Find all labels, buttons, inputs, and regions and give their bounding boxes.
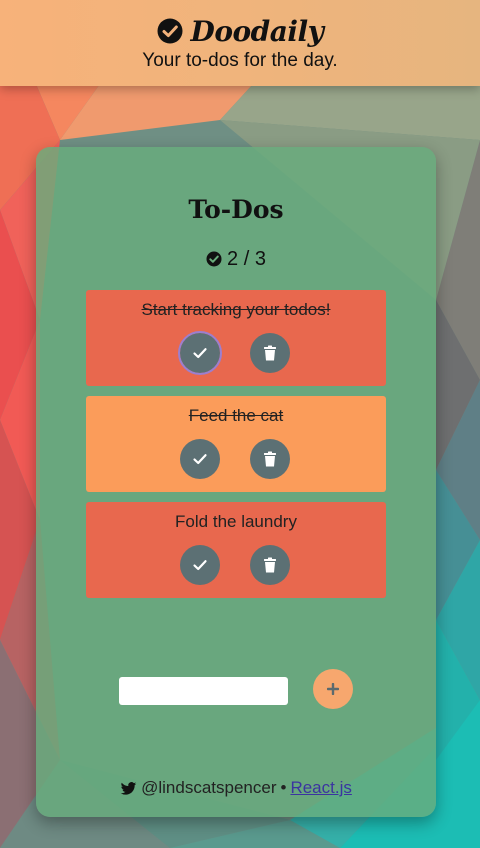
twitter-icon [120, 781, 137, 795]
todo-item: Feed the cat [86, 396, 386, 492]
todo-item: Start tracking your todos! [86, 290, 386, 386]
delete-button[interactable] [250, 333, 290, 373]
progress-counter: 2 / 3 [36, 247, 436, 271]
twitter-handle: @lindscatspencer [141, 778, 277, 797]
progress-label: 2 / 3 [227, 247, 266, 270]
footer: @lindscatspencer • React.js [36, 776, 436, 800]
brand: Doodaily [0, 12, 480, 50]
trash-icon [264, 451, 276, 467]
check-icon [193, 454, 207, 465]
delete-button[interactable] [250, 545, 290, 585]
check-icon [193, 560, 207, 571]
todo-text: Fold the laundry [175, 512, 297, 531]
check-circle-icon [206, 251, 222, 267]
plus-icon [327, 683, 339, 695]
trash-icon [264, 345, 276, 361]
delete-button[interactable] [250, 439, 290, 479]
complete-button[interactable] [180, 439, 220, 479]
todo-item: Fold the laundry [86, 502, 386, 598]
app-header: Doodaily Your to-dos for the day. [0, 0, 480, 86]
card-title: To-Dos [188, 195, 284, 224]
react-link[interactable]: React.js [290, 778, 351, 798]
todo-text: Start tracking your todos! [141, 300, 331, 319]
todo-card: To-Dos 2 / 3 Start tracking your todos! … [36, 147, 436, 817]
new-todo-input[interactable] [119, 677, 288, 705]
complete-button[interactable] [178, 331, 222, 375]
complete-button[interactable] [180, 545, 220, 585]
check-icon [193, 348, 207, 359]
footer-separator: • [280, 778, 287, 797]
tagline: Your to-dos for the day. [142, 50, 338, 71]
app-name: Doodaily [190, 14, 324, 48]
trash-icon [264, 557, 276, 573]
check-circle-icon [157, 18, 183, 44]
add-todo-button[interactable] [313, 669, 353, 709]
todo-text: Feed the cat [188, 406, 284, 425]
